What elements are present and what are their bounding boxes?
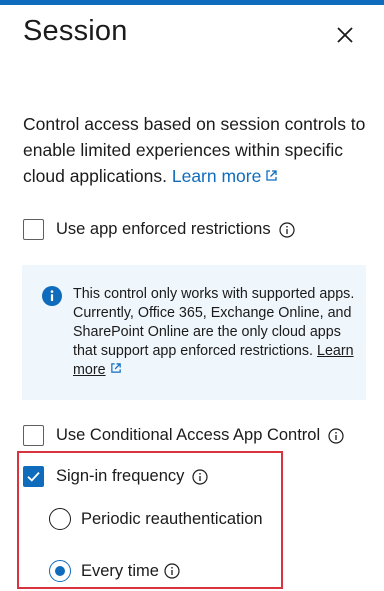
panel-title: Session [23, 15, 128, 47]
checkmark-icon [27, 471, 40, 482]
app-enforced-restrictions-checkbox[interactable] [23, 219, 44, 240]
sign-in-frequency-option: Sign-in frequency [23, 466, 209, 487]
conditional-access-app-control-checkbox[interactable] [23, 425, 44, 446]
app-enforced-restrictions-label: Use app enforced restrictions [56, 220, 271, 238]
info-icon[interactable] [279, 221, 295, 238]
external-link-icon [265, 163, 278, 189]
close-icon[interactable] [334, 24, 356, 46]
info-filled-icon [42, 286, 62, 306]
periodic-reauthentication-option: Periodic reauthentication [49, 508, 263, 530]
info-message-text: This control only works with supported a… [73, 286, 355, 380]
info-icon[interactable] [192, 468, 209, 485]
radio-selected-dot [55, 566, 65, 576]
every-time-option: Every time [49, 560, 180, 582]
learn-more-link[interactable]: Learn more [172, 166, 279, 186]
info-icon[interactable] [328, 427, 344, 444]
every-time-radio[interactable] [49, 560, 71, 582]
conditional-access-app-control-label: Use Conditional Access App Control [56, 426, 321, 444]
session-description: Control access based on session controls… [23, 111, 368, 189]
every-time-label: Every time [81, 561, 159, 580]
periodic-reauthentication-radio[interactable] [49, 508, 71, 530]
info-icon[interactable] [164, 563, 180, 579]
app-enforced-restrictions-option: Use app enforced restrictions [23, 219, 295, 240]
conditional-access-app-control-option: Use Conditional Access App Control [23, 425, 344, 446]
periodic-reauthentication-label: Periodic reauthentication [81, 509, 263, 528]
sign-in-frequency-label: Sign-in frequency [56, 467, 185, 485]
external-link-icon [110, 361, 122, 380]
sign-in-frequency-checkbox[interactable] [23, 466, 44, 487]
top-accent-bar [0, 0, 384, 5]
info-message-box: This control only works with supported a… [22, 265, 366, 400]
